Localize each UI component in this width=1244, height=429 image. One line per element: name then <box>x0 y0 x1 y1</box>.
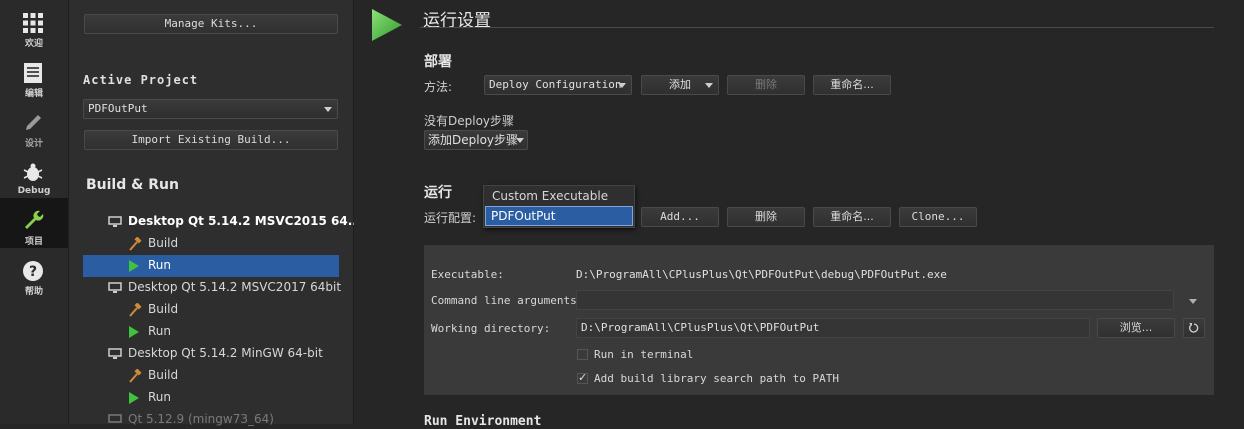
add-deploy-step-button[interactable]: 添加Deploy步骤 <box>424 130 528 150</box>
monitor-icon <box>108 282 122 293</box>
run-add-button[interactable]: Add... <box>641 207 719 227</box>
run-config-label: 运行配置: <box>424 211 477 225</box>
deploy-add-button[interactable]: 添加 <box>641 75 719 95</box>
document-icon <box>24 63 42 83</box>
add-library-path-checkbox[interactable] <box>577 371 588 384</box>
title-divider <box>420 27 1214 28</box>
run-in-terminal-checkbox[interactable] <box>577 349 588 360</box>
mode-projects[interactable]: 项目 <box>0 198 68 248</box>
kit-msvc2017[interactable]: Desktop Qt 5.14.2 MSVC2017 64bit <box>128 280 341 294</box>
command-line-arguments-label: Command line arguments: <box>431 294 584 307</box>
run-config-option-pdfoutput-label: PDFOutPut <box>491 209 556 223</box>
mode-design[interactable]: 设计 <box>0 104 68 154</box>
deploy-add-label: 添加 <box>669 78 691 91</box>
help-icon: ? <box>23 261 43 281</box>
chevron-down-icon[interactable] <box>1189 299 1197 304</box>
mode-edit-label: 编辑 <box>24 89 43 99</box>
kit-mingw[interactable]: Desktop Qt 5.14.2 MinGW 64-bit <box>128 346 323 360</box>
tree-build-msvc2015[interactable]: Build <box>148 236 178 250</box>
deploy-heading: 部署 <box>424 54 452 70</box>
tree-run-msvc2015-selected[interactable] <box>83 255 339 277</box>
command-line-arguments-input[interactable] <box>576 290 1174 310</box>
deploy-delete-button[interactable]: 删除 <box>727 75 805 95</box>
play-icon <box>129 260 139 272</box>
tree-build-msvc2017[interactable]: Build <box>148 302 178 316</box>
import-existing-build-button[interactable]: Import Existing Build... <box>84 130 338 150</box>
monitor-icon <box>108 414 122 423</box>
play-icon <box>129 392 139 404</box>
mode-bar: 欢迎 编辑 设计 Debug 项目 ? 帮助 <box>0 0 69 424</box>
bug-icon <box>23 163 43 181</box>
chevron-down-icon <box>618 83 626 88</box>
svg-text:?: ? <box>29 264 37 280</box>
deploy-rename-button[interactable]: 重命名... <box>813 75 891 95</box>
tree-build-mingw[interactable]: Build <box>148 368 178 382</box>
run-in-terminal-label[interactable]: Run in terminal <box>594 348 693 361</box>
working-directory-input[interactable]: D:\ProgramAll\CPlusPlus\Qt\PDFOutPut <box>576 318 1090 338</box>
project-select-value: PDFOutPut <box>88 102 148 115</box>
run-environment-heading: Run Environment <box>424 414 542 429</box>
add-deploy-step-label: 添加Deploy步骤 <box>428 133 519 147</box>
executable-value: D:\ProgramAll\CPlusPlus\Qt\PDFOutPut\deb… <box>576 268 947 281</box>
deploy-config-value: Deploy Configuration <box>489 78 622 91</box>
deploy-method-label: 方法: <box>424 80 453 94</box>
chevron-down-icon <box>516 138 524 143</box>
run-delete-button[interactable]: 删除 <box>727 207 805 227</box>
tree-run-msvc2015[interactable]: Run <box>148 258 171 272</box>
manage-kits-button[interactable]: Manage Kits... <box>84 14 338 34</box>
run-settings-play-icon <box>372 9 402 41</box>
wrench-icon <box>25 210 44 229</box>
kit-msvc2015[interactable]: Desktop Qt 5.14.2 MSVC2015 64... <box>128 214 361 228</box>
mode-help-label: 帮助 <box>24 287 43 297</box>
hammer-icon <box>129 237 142 251</box>
deploy-config-select[interactable]: Deploy Configuration <box>484 75 632 95</box>
mode-welcome-label: 欢迎 <box>24 39 43 49</box>
chevron-down-icon <box>705 83 713 88</box>
mode-debug-label: Debug <box>17 186 51 196</box>
run-clone-button[interactable]: Clone... <box>899 207 977 227</box>
grid-icon <box>23 13 43 33</box>
monitor-icon <box>108 216 122 227</box>
no-deploy-steps-text: 没有Deploy步骤 <box>424 114 515 128</box>
tree-run-msvc2017[interactable]: Run <box>148 324 171 338</box>
run-heading: 运行 <box>424 185 452 201</box>
working-directory-label: Working directory: <box>431 322 551 335</box>
tree-run-mingw[interactable]: Run <box>148 390 171 404</box>
reset-icon <box>1189 323 1199 333</box>
pen-icon <box>26 115 41 130</box>
reset-working-directory-button[interactable] <box>1183 318 1205 338</box>
mode-projects-label: 项目 <box>24 237 43 247</box>
mode-welcome[interactable]: 欢迎 <box>0 4 68 54</box>
play-icon <box>129 326 139 338</box>
mode-debug[interactable]: Debug <box>0 154 68 204</box>
project-panel <box>69 0 354 424</box>
monitor-icon <box>108 348 122 359</box>
active-project-heading: Active Project <box>83 73 199 87</box>
chevron-down-icon <box>324 107 332 112</box>
run-rename-button[interactable]: 重命名... <box>813 207 891 227</box>
build-run-heading: Build & Run <box>86 177 179 193</box>
mode-help[interactable]: ? 帮助 <box>0 252 68 302</box>
mode-design-label: 设计 <box>24 139 43 149</box>
add-library-path-label[interactable]: Add build library search path to PATH <box>594 372 839 385</box>
mode-edit[interactable]: 编辑 <box>0 54 68 104</box>
run-config-option-custom-executable[interactable]: Custom Executable <box>492 189 608 203</box>
hammer-icon <box>129 303 142 317</box>
project-select[interactable]: PDFOutPut <box>83 99 338 119</box>
browse-button[interactable]: 浏览... <box>1097 318 1175 338</box>
executable-label: Executable: <box>431 268 504 281</box>
hammer-icon <box>129 369 142 383</box>
